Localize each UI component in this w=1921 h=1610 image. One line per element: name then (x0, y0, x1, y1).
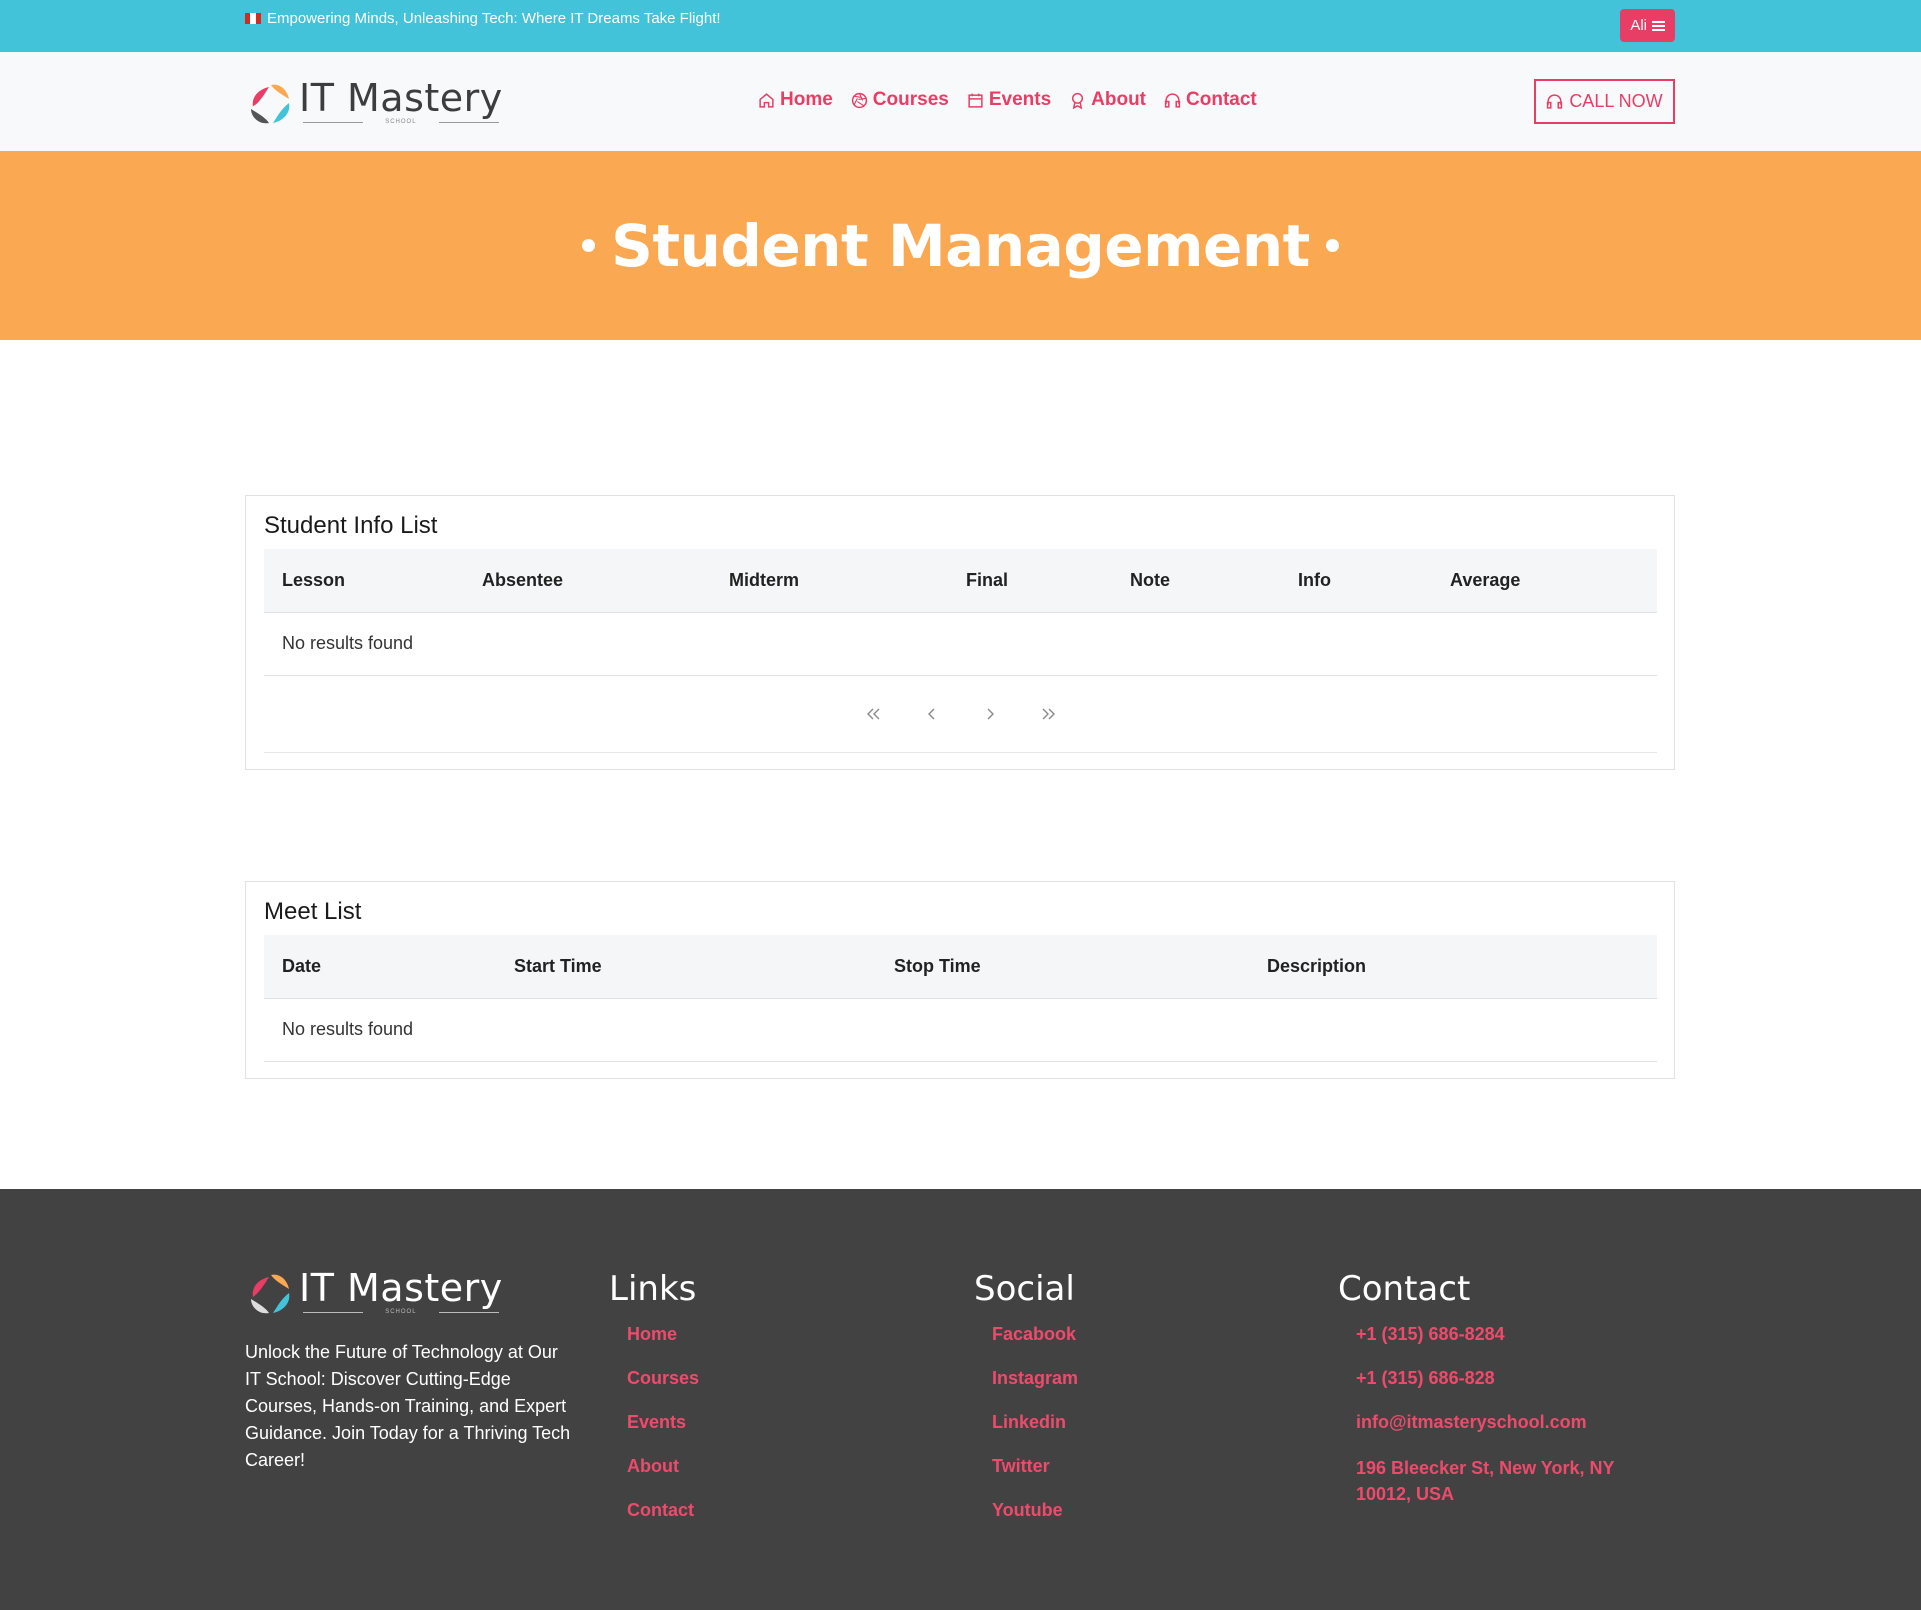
brand-name: IT Mastery (299, 1266, 503, 1310)
navbar: IT Mastery SCHOOL Home Courses Events Ab… (0, 52, 1921, 151)
logo-text: IT Mastery SCHOOL (299, 1267, 503, 1317)
logo-mark-icon (251, 84, 290, 124)
footer-links: Links Home Courses Events About Contact (609, 1269, 699, 1543)
brand-subtitle: SCHOOL (303, 1309, 499, 1315)
brand-name: IT Mastery (299, 76, 503, 120)
footer-link-contact[interactable]: Contact (627, 1499, 699, 1521)
tagline-text: Empowering Minds, Unleashing Tech: Where… (267, 10, 721, 27)
nav-courses[interactable]: Courses (851, 89, 949, 111)
footer-logo[interactable]: IT Mastery SCHOOL (245, 1267, 575, 1317)
nav-home-label: Home (780, 89, 833, 110)
table-row: No results found (264, 998, 1657, 1062)
page-title-text: Student Management (611, 211, 1310, 280)
column-header[interactable]: Info (1280, 549, 1432, 613)
logo-text: IT Mastery SCHOOL (299, 77, 503, 127)
last-page-icon[interactable] (1038, 704, 1058, 724)
brand-subtitle: SCHOOL (303, 119, 499, 125)
footer-contact: Contact +1 (315) 686-8284 +1 (315) 686-8… (1338, 1269, 1638, 1529)
social-link-youtube[interactable]: Youtube (992, 1499, 1078, 1521)
social-link-facebook[interactable]: Facabook (992, 1323, 1078, 1345)
site-logo[interactable]: IT Mastery SCHOOL (245, 77, 503, 127)
nav-events-label: Events (988, 89, 1052, 110)
social-link-instagram[interactable]: Instagram (992, 1367, 1078, 1389)
social-link-linkedin[interactable]: Linkedin (992, 1411, 1078, 1433)
student-info-title: Student Info List (264, 512, 438, 539)
footer-links-title: Links (609, 1269, 697, 1309)
meet-list-title: Meet List (264, 898, 362, 925)
footer-social: Social Facabook Instagram Linkedin Twitt… (974, 1269, 1078, 1543)
table-header-row: Date Start Time Stop Time Description (264, 935, 1657, 999)
hero-banner: Student Management (0, 151, 1921, 340)
flag-icon (245, 13, 261, 24)
page-title: Student Management (582, 212, 1339, 280)
call-now-label: CALL NOW (1569, 91, 1663, 111)
top-bar: Empowering Minds, Unleashing Tech: Where… (0, 0, 1921, 52)
footer-link-courses[interactable]: Courses (627, 1367, 699, 1389)
user-menu-button[interactable]: Ali (1620, 9, 1675, 42)
footer-link-home[interactable]: Home (627, 1323, 699, 1345)
column-header[interactable]: Date (264, 935, 496, 999)
footer-contact-title: Contact (1338, 1269, 1471, 1309)
column-header[interactable]: Stop Time (876, 935, 1249, 999)
column-header[interactable]: Midterm (711, 549, 948, 613)
meet-list-card: Meet List Date Start Time Stop Time Desc… (245, 881, 1675, 1079)
user-name: Ali (1630, 17, 1647, 34)
headphones-icon (1547, 94, 1563, 109)
previous-page-icon[interactable] (922, 704, 942, 724)
footer-social-title: Social (974, 1269, 1075, 1309)
column-header[interactable]: Average (1432, 549, 1657, 613)
nav-about-label: About (1091, 89, 1147, 110)
call-now-button[interactable]: CALL NOW (1534, 79, 1675, 124)
contact-email[interactable]: info@itmasteryschool.com (1356, 1411, 1638, 1433)
award-icon (1072, 92, 1084, 109)
contact-phone-2[interactable]: +1 (315) 686-828 (1356, 1367, 1638, 1389)
menu-icon (1652, 20, 1665, 31)
main-nav: Home Courses Events About Contact (758, 89, 1257, 111)
tagline: Empowering Minds, Unleashing Tech: Where… (245, 10, 721, 27)
nav-events[interactable]: Events (967, 89, 1051, 111)
footer-about-text: Unlock the Future of Technology at Our I… (245, 1342, 571, 1470)
first-page-icon[interactable] (864, 704, 884, 724)
aperture-icon (851, 92, 867, 108)
table-header-row: Lesson Absentee Midterm Final Note Info … (264, 549, 1657, 613)
footer-link-about[interactable]: About (627, 1455, 699, 1477)
footer: IT Mastery SCHOOL Unlock the Future of T… (0, 1189, 1921, 1610)
column-header[interactable]: Absentee (464, 549, 711, 613)
calendar-icon (968, 93, 983, 108)
bullet-dot (1325, 239, 1339, 252)
bullet-dot (582, 239, 596, 252)
nav-contact-label: Contact (1186, 89, 1257, 110)
nav-about[interactable]: About (1069, 89, 1146, 111)
headphones-icon (1164, 92, 1181, 108)
footer-about: IT Mastery SCHOOL Unlock the Future of T… (245, 1267, 575, 1474)
social-link-twitter[interactable]: Twitter (992, 1455, 1078, 1477)
nav-home[interactable]: Home (758, 89, 833, 111)
column-header[interactable]: Final (948, 549, 1112, 613)
contact-address[interactable]: 196 Bleecker St, New York, NY 10012, USA (1356, 1455, 1638, 1507)
contact-phone-1[interactable]: +1 (315) 686-8284 (1356, 1323, 1638, 1345)
nav-contact[interactable]: Contact (1164, 89, 1257, 111)
home-icon (759, 92, 774, 108)
logo-mark-icon (251, 1274, 290, 1314)
column-header[interactable]: Start Time (496, 935, 876, 999)
pagination (264, 676, 1657, 753)
column-header[interactable]: Description (1249, 935, 1657, 999)
student-info-table: Lesson Absentee Midterm Final Note Info … (264, 549, 1657, 676)
column-header[interactable]: Note (1112, 549, 1280, 613)
meet-list-table: Date Start Time Stop Time Description No… (264, 935, 1657, 1062)
student-info-card: Student Info List Lesson Absentee Midter… (245, 495, 1675, 770)
next-page-icon[interactable] (980, 704, 1000, 724)
column-header[interactable]: Lesson (264, 549, 464, 613)
table-row: No results found (264, 612, 1657, 676)
footer-link-events[interactable]: Events (627, 1411, 699, 1433)
empty-state-text: No results found (264, 612, 1657, 676)
nav-courses-label: Courses (872, 89, 949, 110)
empty-state-text: No results found (264, 998, 1657, 1062)
